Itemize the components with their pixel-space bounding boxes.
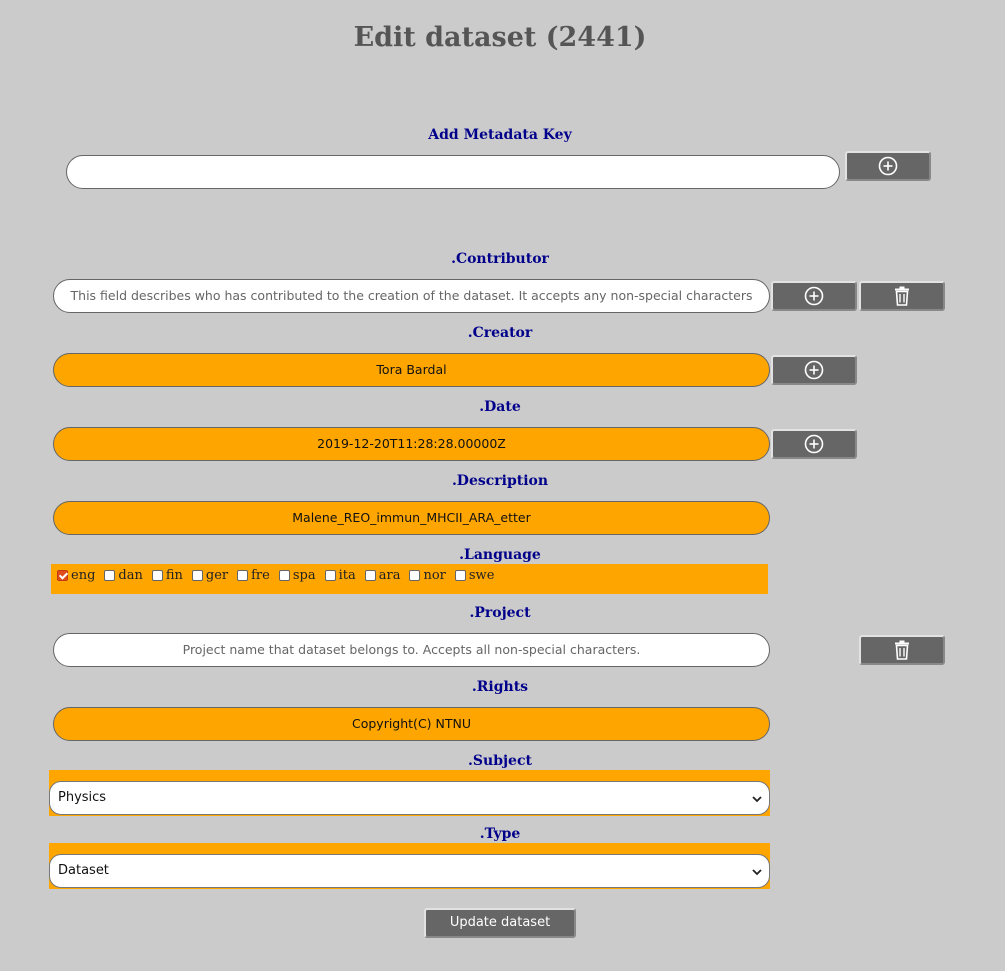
add-metadata-key-label: Add Metadata Key [428, 127, 572, 143]
language-checkbox-nor[interactable] [409, 569, 421, 581]
language-option-nor[interactable]: nor [407, 567, 446, 583]
language-checkbox-swe[interactable] [454, 569, 466, 581]
language-option-label: nor [423, 567, 446, 583]
add-metadata-key-input[interactable] [66, 155, 840, 189]
description-input[interactable]: Malene_REO_immun_MHCII_ARA_etter [53, 501, 770, 535]
language-checkbox-spa[interactable] [278, 569, 290, 581]
language-option-ara[interactable]: ara [363, 567, 401, 583]
language-option-spa[interactable]: spa [277, 568, 316, 583]
language-option-label: ger [205, 567, 229, 583]
project-placeholder: Project name that dataset belongs to. Ac… [182, 642, 641, 657]
plus-circle-icon [804, 286, 824, 306]
creator-add-button[interactable] [771, 355, 857, 385]
contributor-label: .Contributor [451, 251, 549, 267]
language-checkbox-ger[interactable] [191, 569, 203, 581]
language-option-label: spa [292, 567, 316, 583]
project-input[interactable]: Project name that dataset belongs to. Ac… [53, 633, 770, 667]
subject-label: .Subject [468, 753, 532, 769]
subject-selected-value: Physics [58, 790, 107, 805]
language-option-fin[interactable]: fin [150, 568, 183, 583]
page-title: Edit dataset (2441) [353, 22, 647, 53]
language-option-label: ita [338, 567, 356, 583]
contributor-input[interactable]: This field describes who has contributed… [53, 279, 770, 313]
language-option-label: dan [118, 567, 143, 583]
language-option-label: swe [468, 567, 495, 583]
language-checkbox-fre[interactable] [237, 569, 249, 581]
type-selected-value: Dataset [58, 863, 109, 878]
trash-icon [895, 286, 909, 306]
language-checkbox-ara[interactable] [364, 569, 376, 581]
language-option-ger[interactable]: ger [190, 568, 228, 583]
language-option-eng[interactable]: eng [55, 568, 95, 583]
language-checkbox-dan[interactable] [104, 569, 116, 581]
language-options: eng dan fin ger fre spa ita ara nor swe [55, 566, 501, 584]
language-option-dan[interactable]: dan [102, 567, 143, 583]
language-option-swe[interactable]: swe [453, 567, 495, 583]
description-label: .Description [451, 473, 549, 489]
project-delete-button[interactable] [859, 635, 945, 665]
project-label: .Project [469, 605, 531, 621]
contributor-add-button[interactable] [771, 281, 857, 311]
type-label: .Type [479, 826, 521, 842]
language-checkbox-fin[interactable] [151, 569, 163, 581]
language-option-label: fin [165, 567, 183, 583]
subject-select[interactable]: Physics [49, 781, 770, 815]
creator-input[interactable]: Tora Bardal [53, 353, 770, 387]
date-label: .Date [479, 399, 521, 415]
language-option-label: eng [71, 567, 96, 583]
trash-icon [895, 640, 909, 660]
date-input[interactable]: 2019-12-20T11:28:28.00000Z [53, 427, 770, 461]
type-select[interactable]: Dataset [49, 854, 770, 888]
language-option-fre[interactable]: fre [235, 568, 270, 583]
date-add-button[interactable] [771, 429, 857, 459]
update-dataset-button[interactable]: Update dataset [424, 908, 576, 938]
language-option-ita[interactable]: ita [323, 568, 356, 583]
language-checkbox-ita[interactable] [324, 569, 336, 581]
add-metadata-key-button[interactable] [845, 151, 931, 181]
language-label: .Language [459, 547, 541, 563]
chevron-down-icon [752, 869, 762, 876]
language-option-label: ara [378, 567, 401, 583]
plus-circle-icon [878, 156, 898, 176]
plus-circle-icon [804, 360, 824, 380]
contributor-placeholder: This field describes who has contributed… [70, 288, 753, 303]
rights-input[interactable]: Copyright(C) NTNU [53, 707, 770, 741]
language-checkbox-eng[interactable] [57, 569, 68, 581]
contributor-delete-button[interactable] [859, 281, 945, 311]
rights-label: .Rights [471, 679, 529, 695]
language-option-label: fre [251, 567, 270, 583]
creator-label: .Creator [467, 325, 533, 341]
chevron-down-icon [752, 796, 762, 803]
plus-circle-icon [804, 434, 824, 454]
